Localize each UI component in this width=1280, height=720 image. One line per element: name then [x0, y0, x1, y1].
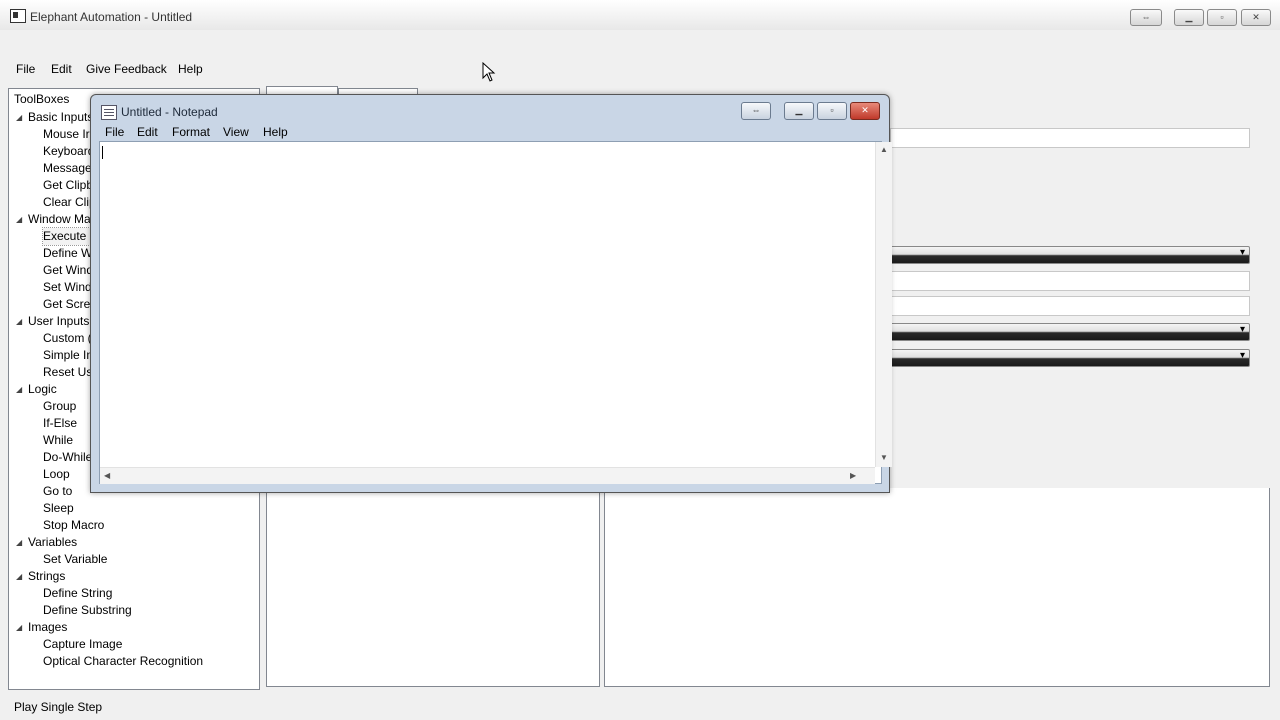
notepad-text-area[interactable]: ▲ ▼ ◀ ▶ [99, 141, 892, 484]
toolbox-item[interactable]: Set Wind [43, 279, 92, 296]
toolbox-group[interactable]: Basic Inputs [28, 109, 93, 126]
status-bar: Play Single Step [0, 690, 1280, 720]
toolbox-item[interactable]: Mouse Ir [43, 126, 90, 143]
toolbox-item[interactable]: Define Substring [43, 602, 132, 619]
toolbox-header: ToolBoxes [14, 92, 70, 106]
window-title: Elephant Automation - Untitled [30, 10, 193, 24]
toolbox-item[interactable]: Group [43, 398, 76, 415]
title-bar: Elephant Automation - Untitled ⇔ ▁ ▫ ✕ [0, 0, 1280, 30]
toolbox-item[interactable]: Simple In [43, 347, 93, 364]
notepad-horizontal-scrollbar[interactable]: ◀ ▶ [100, 467, 875, 484]
notepad-menu-view[interactable]: View [223, 125, 249, 139]
property-field-1[interactable] [890, 128, 1250, 148]
toolbox-item[interactable]: Set Variable [43, 551, 107, 568]
expand-toggle-icon[interactable]: ◢ [16, 572, 22, 581]
toolbox-item[interactable]: Custom ( [43, 330, 92, 347]
notepad-menu-help[interactable]: Help [263, 125, 288, 139]
toolbox-item[interactable]: Optical Character Recognition [43, 653, 203, 670]
expand-toggle-icon[interactable]: ◢ [16, 317, 22, 326]
toolbox-item[interactable]: If-Else [43, 415, 77, 432]
toolbox-item[interactable]: Sleep [43, 500, 74, 517]
properties-panel [604, 488, 1270, 687]
property-dropdown-2[interactable] [890, 323, 1250, 341]
property-dropdown-1[interactable] [890, 246, 1250, 264]
toolbox-item[interactable]: Get Scree [43, 296, 97, 313]
notepad-vertical-scrollbar[interactable]: ▲ ▼ [875, 142, 892, 467]
minimize-button[interactable]: ▁ [1174, 9, 1204, 26]
toolbox-group[interactable]: Window Ma [28, 211, 91, 228]
scroll-right-icon[interactable]: ▶ [850, 471, 856, 480]
notepad-minimize-button[interactable]: ▁ [784, 102, 814, 120]
toolbox-group[interactable]: Images [28, 619, 67, 636]
scroll-up-icon[interactable]: ▲ [880, 145, 888, 154]
toolbox-item[interactable]: Stop Macro [43, 517, 104, 534]
toolbox-item[interactable]: Message [43, 160, 92, 177]
toolbox-item[interactable]: Get Clipb [43, 177, 93, 194]
toolbox-item[interactable]: Define W [43, 245, 92, 262]
property-field-2[interactable] [890, 271, 1250, 291]
toolbox-group[interactable]: Strings [28, 568, 65, 585]
expand-toggle-icon[interactable]: ◢ [16, 385, 22, 394]
toolbar [0, 50, 1280, 134]
notepad-menu-format[interactable]: Format [172, 125, 210, 139]
notepad-title: Untitled - Notepad [121, 105, 218, 119]
menu-bar: File Edit Give Feedback Help [0, 30, 1280, 76]
toolbox-item[interactable]: Clear Clip [43, 194, 96, 211]
expand-toggle-icon[interactable]: ◢ [16, 215, 22, 224]
toolbox-group[interactable]: Logic [28, 381, 57, 398]
text-cursor [102, 146, 103, 159]
notepad-menu-file[interactable]: File [105, 125, 124, 139]
notepad-menu-edit[interactable]: Edit [137, 125, 158, 139]
notepad-restore-layout-button[interactable]: ⇔ [741, 102, 771, 120]
expand-toggle-icon[interactable]: ◢ [16, 623, 22, 632]
app-icon [10, 9, 26, 23]
notepad-window: Untitled - Notepad ⇔ ▁ ▫ ✕ File Edit For… [90, 94, 892, 493]
property-dropdown-3[interactable] [890, 349, 1250, 367]
expand-toggle-icon[interactable]: ◢ [16, 113, 22, 122]
status-text: Play Single Step [14, 700, 103, 714]
toolbox-item[interactable]: Go to [43, 483, 72, 500]
mouse-cursor-icon [482, 62, 496, 82]
notepad-icon [101, 105, 117, 120]
toolbox-item[interactable]: Define String [43, 585, 112, 602]
property-field-3[interactable] [890, 296, 1250, 316]
action-list-panel[interactable] [266, 488, 600, 687]
scroll-left-icon[interactable]: ◀ [104, 471, 110, 480]
toolbox-item[interactable]: While [43, 432, 73, 449]
restore-layout-button[interactable]: ⇔ [1130, 9, 1162, 26]
close-button[interactable]: ✕ [1241, 9, 1271, 26]
notepad-maximize-button[interactable]: ▫ [817, 102, 847, 120]
notepad-close-button[interactable]: ✕ [850, 102, 880, 120]
toolbox-item[interactable]: Capture Image [43, 636, 122, 653]
toolbox-item[interactable]: Loop [43, 466, 70, 483]
expand-toggle-icon[interactable]: ◢ [16, 538, 22, 547]
toolbox-group[interactable]: Variables [28, 534, 77, 551]
toolbox-item[interactable]: Keyboard [43, 143, 94, 160]
maximize-button[interactable]: ▫ [1207, 9, 1237, 26]
toolbox-item[interactable]: Do-While [43, 449, 92, 466]
scroll-down-icon[interactable]: ▼ [880, 453, 888, 462]
toolbox-item[interactable]: Get Wind [43, 262, 93, 279]
toolbox-group[interactable]: User Inputs [28, 313, 89, 330]
